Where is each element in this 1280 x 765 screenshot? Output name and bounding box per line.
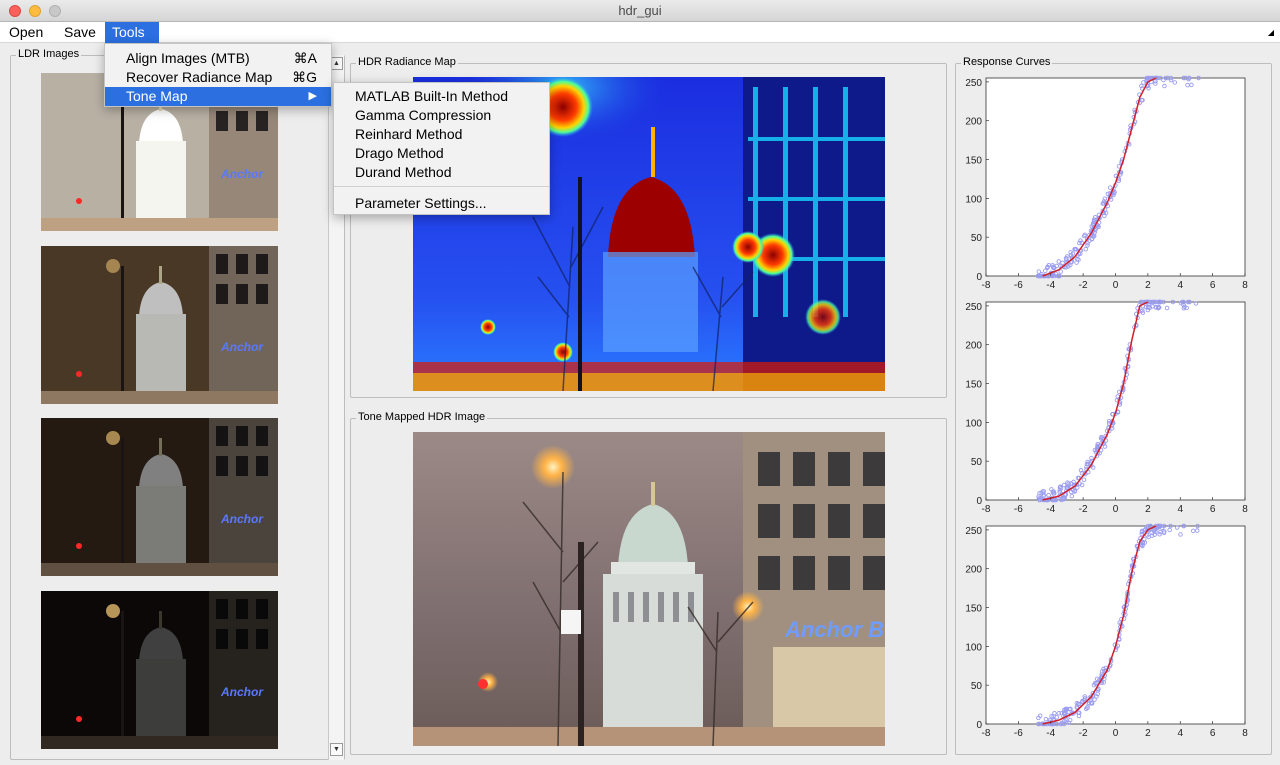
x-tick-label: -2 (1079, 280, 1088, 291)
y-tick-label: 200 (965, 117, 982, 128)
recover-label: Recover Radiance Map (126, 69, 273, 85)
x-tick-label: -6 (1014, 280, 1023, 291)
y-tick-label: 250 (965, 302, 982, 313)
menu-tools[interactable]: Tools (105, 22, 159, 43)
x-tick-label: -8 (982, 504, 991, 515)
x-tick-label: -8 (982, 728, 991, 739)
response-curve-chart: -8 -6 -4 -2 0 2 4 6 8 0 50 100 150 200 250 (956, 72, 1255, 299)
y-tick-label: 150 (965, 156, 982, 167)
tone-mapped-image: Anchor B (413, 432, 885, 746)
x-tick-label: 6 (1210, 728, 1216, 739)
y-tick-label: 200 (965, 565, 982, 576)
x-tick-label: 6 (1210, 504, 1216, 515)
menu-save[interactable]: Save (57, 22, 103, 43)
ldr-thumbnail[interactable]: Anchor (41, 591, 278, 749)
app-window: hdr_gui Open Save Tools ◢ LDR Images Anc… (0, 0, 1280, 765)
tonemap-gamma-label: Gamma Compression (355, 107, 492, 123)
x-tick-label: -6 (1014, 728, 1023, 739)
y-tick-label: 0 (976, 272, 982, 283)
svg-text:Anchor: Anchor (220, 167, 264, 181)
tonemap-label: Tone Map (126, 88, 188, 104)
menu-item-recover[interactable]: Recover Radiance Map ⌘G (105, 68, 331, 87)
y-tick-label: 0 (976, 496, 982, 507)
x-tick-label: 2 (1145, 504, 1151, 515)
response-curve-chart: -8 -6 -4 -2 0 2 4 6 8 0 50 100 150 200 250 (956, 296, 1255, 523)
align-shortcut: ⌘A (293, 50, 317, 66)
x-tick-label: 6 (1210, 280, 1216, 291)
x-tick-label: 4 (1177, 280, 1183, 291)
tonemap-durand[interactable]: Durand Method (334, 163, 549, 182)
x-tick-label: 8 (1242, 728, 1248, 739)
tonemap-settings[interactable]: Parameter Settings... (334, 194, 549, 213)
tonemap-reinhard[interactable]: Reinhard Method (334, 125, 549, 144)
tonemap-drago[interactable]: Drago Method (334, 144, 549, 163)
svg-text:Anchor: Anchor (220, 512, 264, 526)
tonemap-gamma[interactable]: Gamma Compression (334, 106, 549, 125)
y-tick-label: 150 (965, 604, 982, 615)
y-tick-label: 50 (971, 233, 983, 244)
x-tick-label: -4 (1046, 280, 1055, 291)
window-title: hdr_gui (618, 3, 662, 18)
x-tick-label: -2 (1079, 728, 1088, 739)
svg-text:Anchor B: Anchor B (784, 617, 884, 642)
resize-arrow-icon[interactable]: ◢ (1268, 28, 1274, 37)
ldr-thumbnail[interactable]: Anchor (41, 246, 278, 404)
x-tick-label: 4 (1177, 728, 1183, 739)
panel-title-ldr: LDR Images (16, 48, 82, 60)
menu-item-align[interactable]: Align Images (MTB) ⌘A (105, 49, 331, 68)
tonemap-matlab[interactable]: MATLAB Built-In Method (334, 87, 549, 106)
x-tick-label: -4 (1046, 504, 1055, 515)
tonemap-settings-label: Parameter Settings... (355, 195, 487, 211)
y-tick-label: 0 (976, 720, 982, 731)
response-curve-chart: -8 -6 -4 -2 0 2 4 6 8 0 50 100 150 200 250 (956, 520, 1255, 747)
panel-title-tonemapped: Tone Mapped HDR Image (356, 411, 488, 423)
panel-title-radiance: HDR Radiance Map (356, 56, 458, 68)
x-tick-label: 0 (1113, 728, 1119, 739)
tools-menu: Align Images (MTB) ⌘A Recover Radiance M… (104, 43, 332, 107)
x-tick-label: 2 (1145, 280, 1151, 291)
align-label: Align Images (MTB) (126, 50, 250, 66)
x-tick-label: 2 (1145, 728, 1151, 739)
menu-bar: Open Save Tools ◢ (0, 22, 1280, 43)
menu-item-tonemap[interactable]: Tone Map ▶ (105, 87, 331, 106)
tonemap-matlab-label: MATLAB Built-In Method (355, 88, 509, 104)
menu-separator (334, 186, 549, 187)
x-tick-label: 4 (1177, 504, 1183, 515)
x-tick-label: -6 (1014, 504, 1023, 515)
tonemap-submenu: MATLAB Built-In Method Gamma Compression… (333, 82, 550, 215)
svg-text:Anchor: Anchor (220, 340, 264, 354)
x-tick-label: 8 (1242, 504, 1248, 515)
panel-title-curves: Response Curves (961, 56, 1053, 68)
menu-open[interactable]: Open (2, 22, 50, 43)
ldr-thumbnail[interactable]: Anchor (41, 418, 278, 576)
scroll-down-icon[interactable]: ▼ (330, 743, 343, 756)
svg-text:Anchor: Anchor (220, 685, 264, 699)
y-tick-label: 50 (971, 457, 983, 468)
title-bar: hdr_gui (0, 0, 1280, 22)
tonemap-reinhard-label: Reinhard Method (355, 126, 463, 142)
x-tick-label: -2 (1079, 504, 1088, 515)
submenu-arrow-icon: ▶ (308, 90, 317, 102)
tonemap-drago-label: Drago Method (355, 145, 444, 161)
recover-shortcut: ⌘G (292, 69, 317, 85)
x-tick-label: 0 (1113, 280, 1119, 291)
y-tick-label: 100 (965, 418, 982, 429)
y-tick-label: 250 (965, 78, 982, 89)
y-tick-label: 250 (965, 526, 982, 537)
y-tick-label: 100 (965, 194, 982, 205)
y-tick-label: 50 (971, 681, 983, 692)
y-tick-label: 100 (965, 642, 982, 653)
x-tick-label: -4 (1046, 728, 1055, 739)
plot-area (985, 525, 1246, 725)
x-tick-label: 8 (1242, 280, 1248, 291)
y-tick-label: 200 (965, 341, 982, 352)
y-tick-label: 150 (965, 380, 982, 391)
x-tick-label: -8 (982, 280, 991, 291)
tonemap-durand-label: Durand Method (355, 164, 452, 180)
x-tick-label: 0 (1113, 504, 1119, 515)
plot-area (985, 77, 1246, 277)
